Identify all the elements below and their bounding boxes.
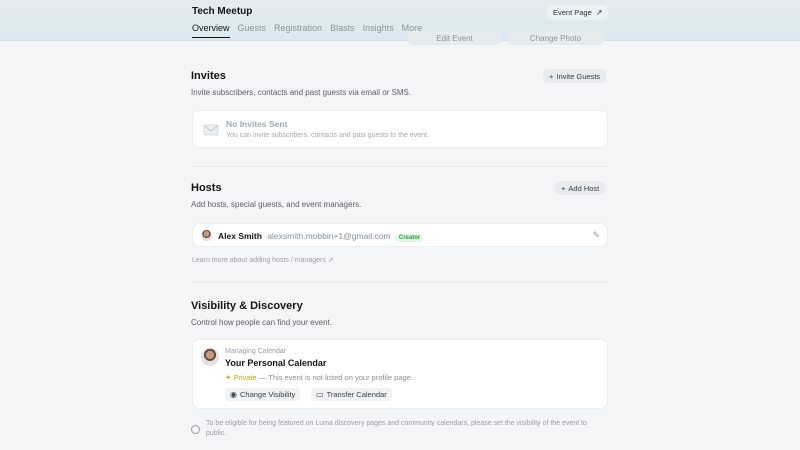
avatar (201, 230, 212, 241)
plus-icon: + (549, 71, 554, 81)
visibility-footnote: To be eligible for being featured on Lum… (206, 420, 587, 437)
tab-registration[interactable]: Registration (274, 23, 322, 38)
calendar-name: Your Personal Calendar (225, 358, 327, 368)
change-visibility-label: Change Visibility (239, 390, 296, 399)
tab-insights[interactable]: Insights (363, 23, 394, 38)
invite-guests-button[interactable]: + Invite Guests (543, 69, 607, 83)
managing-calendar-label: Managing Calendar (225, 348, 287, 355)
privacy-line: ✦ Private — This event is not listed on … (225, 373, 413, 382)
globe-icon (191, 425, 200, 434)
event-header: Edit Event Change Photo Tech Meetup Even… (0, 0, 800, 45)
tab-more[interactable]: More (402, 23, 423, 38)
invites-empty-card: No Invites Sent You can invite subscribe… (192, 110, 608, 148)
hosts-description: Add hosts, special guests, and event man… (191, 200, 362, 209)
eye-icon: ◉ (230, 390, 237, 399)
section-divider (192, 282, 608, 283)
transfer-calendar-label: Transfer Calendar (326, 390, 387, 399)
visibility-description: Control how people can find your event. (191, 318, 332, 327)
host-name: Alex Smith (218, 231, 262, 241)
event-page-button[interactable]: Event Page ↗ (547, 5, 609, 20)
add-host-label: Add Host (568, 183, 600, 193)
tab-guests[interactable]: Guests (238, 23, 267, 38)
section-divider (192, 166, 608, 167)
calendar-card: Managing Calendar Your Personal Calendar… (192, 339, 608, 409)
empty-invites-desc: You can invite subscribers, contacts and… (226, 132, 429, 139)
external-arrow-icon: ↗ (595, 8, 603, 17)
tab-overview[interactable]: Overview (192, 23, 230, 38)
calendar-avatar (201, 348, 219, 366)
event-title: Tech Meetup (192, 6, 253, 17)
visibility-title: Visibility & Discovery (191, 300, 303, 312)
edit-pencil-icon[interactable]: ✎ (592, 230, 600, 241)
event-page-label: Event Page (553, 8, 592, 17)
transfer-calendar-button[interactable]: ▭ Transfer Calendar (311, 388, 392, 401)
tab-blasts[interactable]: Blasts (330, 23, 355, 38)
event-tabs: Overview Guests Registration Blasts Insi… (192, 23, 422, 38)
add-host-button[interactable]: + Add Host (555, 181, 606, 195)
privacy-label: Private (233, 373, 257, 382)
calendar-icon: ▭ (316, 390, 324, 399)
host-info: Alex Smith alexsmith.mobbin+1@gmail.com … (218, 231, 424, 242)
privacy-description: — This event is not listed on your profi… (258, 373, 413, 382)
invite-guests-label: Invite Guests (556, 71, 601, 81)
envelope-icon (203, 124, 219, 136)
plus-icon: + (561, 183, 566, 193)
hosts-title: Hosts (191, 182, 222, 194)
learn-more-link[interactable]: Learn more about adding hosts / managers… (192, 256, 334, 264)
change-visibility-button[interactable]: ◉ Change Visibility (225, 388, 301, 401)
invites-description: Invite subscribers, contacts and past gu… (191, 88, 412, 97)
host-row: Alex Smith alexsmith.mobbin+1@gmail.com … (192, 223, 608, 247)
empty-invites-title: No Invites Sent (226, 119, 288, 129)
change-photo-button[interactable]: Change Photo (507, 31, 604, 45)
creator-badge: Creator (395, 234, 424, 242)
sparkle-icon: ✦ (225, 373, 232, 382)
host-email: alexsmith.mobbin+1@gmail.com (267, 231, 391, 241)
invites-title: Invites (191, 70, 226, 82)
